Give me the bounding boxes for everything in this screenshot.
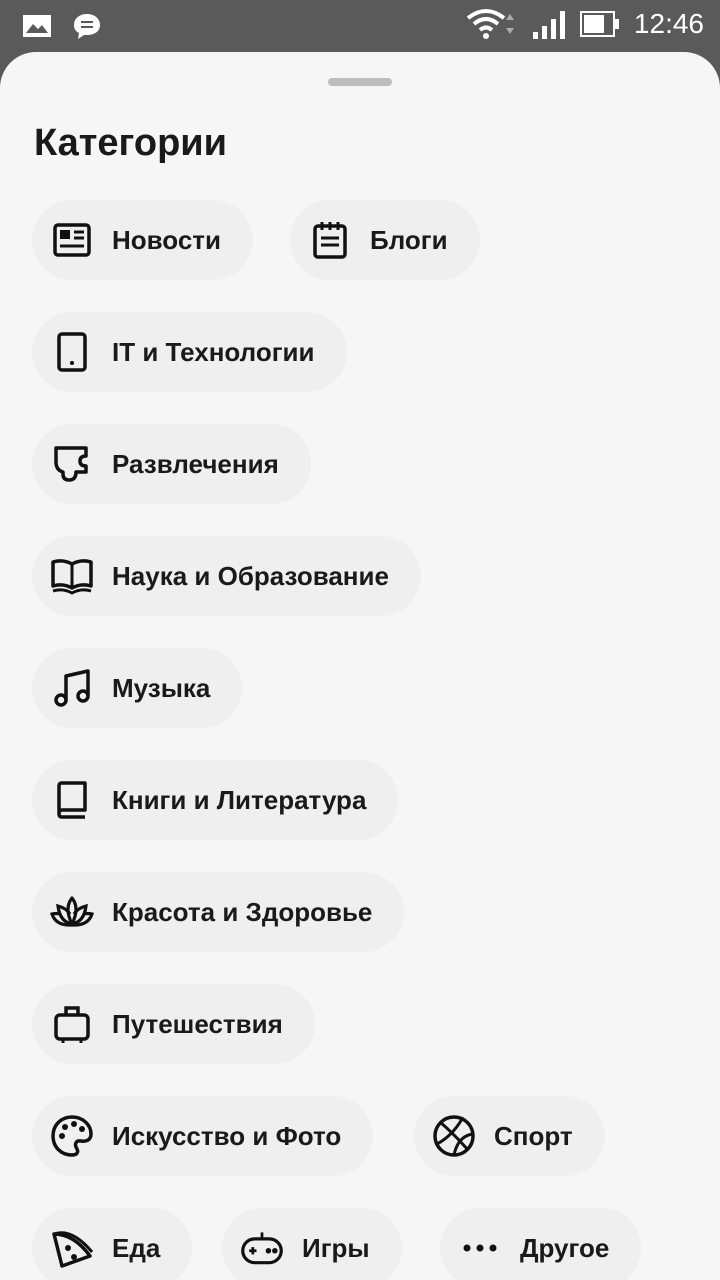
category-label: Красота и Здоровье: [112, 896, 373, 927]
category-label: Игры: [302, 1232, 370, 1263]
category-chip-art[interactable]: Искусство и Фото: [32, 1096, 374, 1176]
category-chip-other[interactable]: Другое: [440, 1208, 642, 1280]
category-chip-beauty[interactable]: Красота и Здоровье: [32, 872, 405, 952]
category-chip-games[interactable]: Игры: [222, 1208, 402, 1280]
category-label: Новости: [112, 224, 222, 255]
category-chip-food[interactable]: Еда: [32, 1208, 193, 1280]
status-bar: 12:46: [0, 0, 720, 52]
battery-icon: [579, 10, 620, 38]
open-book-icon: [50, 554, 94, 598]
category-label: Наука и Образование: [112, 560, 389, 591]
category-label: Развлечения: [112, 448, 279, 479]
message-icon: [72, 12, 102, 40]
category-chip-music[interactable]: Музыка: [32, 648, 243, 728]
category-chip-entertainment[interactable]: Развлечения: [32, 424, 311, 504]
pizza-icon: [50, 1226, 94, 1270]
category-label: Музыка: [112, 672, 211, 703]
category-label: Искусство и Фото: [112, 1120, 342, 1151]
category-label: Путешествия: [112, 1008, 283, 1039]
basketball-icon: [432, 1114, 476, 1158]
notepad-icon: [308, 218, 352, 262]
categories-sheet: Категории Новости Блоги IT и Технологии …: [0, 52, 720, 1280]
gamepad-icon: [240, 1226, 284, 1270]
category-chip-blogs[interactable]: Блоги: [290, 200, 480, 280]
category-chip-science[interactable]: Наука и Образование: [32, 536, 421, 616]
book-icon: [50, 778, 94, 822]
puzzle-icon: [50, 442, 94, 486]
wifi-icon: [466, 8, 518, 40]
music-note-icon: [50, 666, 94, 710]
drag-handle[interactable]: [328, 78, 392, 86]
category-label: Еда: [112, 1232, 161, 1263]
more-dots-icon: [458, 1226, 502, 1270]
category-chip-news[interactable]: Новости: [32, 200, 254, 280]
palette-icon: [50, 1114, 94, 1158]
category-chip-sport[interactable]: Спорт: [414, 1096, 605, 1176]
category-label: Книги и Литература: [112, 784, 367, 815]
status-time: 12:46: [633, 8, 704, 39]
category-label: IT и Технологии: [112, 336, 315, 367]
news-icon: [50, 218, 94, 262]
gallery-icon: [22, 14, 52, 38]
suitcase-icon: [50, 1002, 94, 1046]
signal-icon: [532, 8, 566, 40]
sheet-title: Категории: [34, 122, 228, 164]
category-chip-travel[interactable]: Путешествия: [32, 984, 315, 1064]
category-label: Другое: [520, 1232, 610, 1263]
category-chip-books[interactable]: Книги и Литература: [32, 760, 399, 840]
category-label: Спорт: [494, 1120, 573, 1151]
category-label: Блоги: [370, 224, 448, 255]
tablet-icon: [50, 330, 94, 374]
lotus-icon: [50, 890, 94, 934]
category-chip-it[interactable]: IT и Технологии: [32, 312, 347, 392]
